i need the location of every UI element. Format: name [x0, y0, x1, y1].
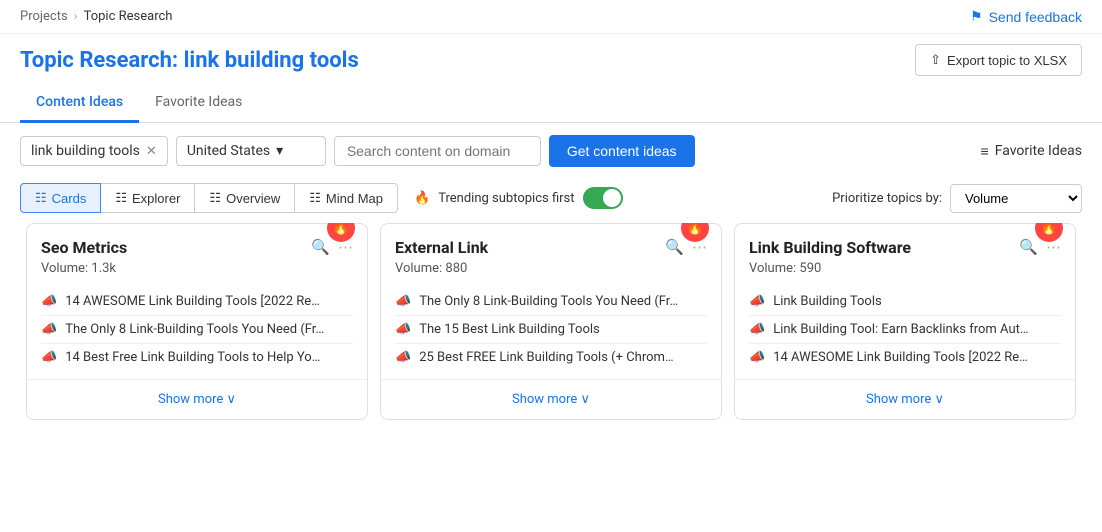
chevron-down-icon: ▾	[276, 143, 283, 159]
list-item: 📣 The 15 Best Link Building Tools	[395, 315, 707, 343]
item-text: Link Building Tool: Earn Backlinks from …	[773, 322, 1033, 337]
search-tag: link building tools ✕	[20, 136, 168, 166]
breadcrumb-sep: ›	[74, 9, 78, 24]
toolbar: link building tools ✕ United States ▾ Ge…	[0, 123, 1102, 179]
megaphone-icon: 📣	[41, 322, 57, 337]
view-cards-button[interactable]: ☷ Cards	[20, 183, 101, 213]
list-item: 📣 Link Building Tool: Earn Backlinks fro…	[749, 315, 1061, 343]
list-item: 📣 Link Building Tools	[749, 288, 1061, 315]
item-text: The 15 Best Link Building Tools	[419, 322, 600, 337]
list-item: 📣 14 AWESOME Link Building Tools [2022 R…	[41, 288, 353, 315]
country-label: United States	[187, 143, 270, 159]
card-seo-title-area: Seo Metrics Volume: 1.3k	[41, 238, 311, 276]
cards-icon: ☷	[35, 190, 47, 206]
breadcrumb: Projects › Topic Research	[20, 9, 172, 24]
megaphone-icon: 📣	[41, 294, 57, 309]
list-icon: ≡	[981, 143, 989, 160]
card-lbs-volume: Volume: 590	[749, 261, 1019, 276]
trending-toggle-switch[interactable]	[583, 187, 623, 209]
card-ext-title-area: External Link Volume: 880	[395, 238, 665, 276]
page-title: Topic Research: link building tools	[20, 48, 359, 73]
item-text: 25 Best FREE Link Building Tools (+ Chro…	[419, 350, 679, 365]
list-item: 📣 14 AWESOME Link Building Tools [2022 R…	[749, 343, 1061, 371]
prioritize-select[interactable]: Volume Difficulty Topic Efficiency	[950, 184, 1082, 213]
toggle-knob	[603, 189, 621, 207]
card-ext-items: 📣 The Only 8 Link-Building Tools You Nee…	[381, 284, 721, 375]
country-select[interactable]: United States ▾	[176, 136, 326, 166]
show-more-lbs[interactable]: Show more ∨	[735, 379, 1075, 419]
domain-search-input[interactable]	[334, 136, 541, 166]
search-tag-text: link building tools	[31, 143, 140, 159]
card-ext-volume: Volume: 880	[395, 261, 665, 276]
card-lbs-header: Link Building Software Volume: 590 🔍 ⋯	[735, 224, 1075, 284]
breadcrumb-current: Topic Research	[84, 9, 173, 24]
send-feedback-button[interactable]: ⚑ Send feedback	[970, 8, 1082, 25]
get-ideas-button[interactable]: Get content ideas	[549, 135, 695, 167]
favorite-ideas-link[interactable]: ≡ Favorite Ideas	[981, 143, 1082, 160]
mindmap-icon: ☷	[309, 190, 321, 206]
item-text: The Only 8 Link-Building Tools You Need …	[65, 322, 325, 337]
export-icon: ⇧	[930, 52, 941, 68]
prioritize-area: Prioritize topics by: Volume Difficulty …	[832, 184, 1082, 213]
trending-label: Trending subtopics first	[438, 191, 574, 206]
card-seo-search-btn[interactable]: 🔍	[311, 238, 330, 256]
show-more-seo[interactable]: Show more ∨	[27, 379, 367, 419]
view-buttons: ☷ Cards ☷ Explorer ☷ Overview ☷ Mind Map	[20, 183, 398, 213]
top-bar: Projects › Topic Research ⚑ Send feedbac…	[0, 0, 1102, 34]
view-explorer-button[interactable]: ☷ Explorer	[101, 183, 195, 213]
prioritize-label: Prioritize topics by:	[832, 191, 942, 206]
card-ext-title: External Link	[395, 238, 665, 257]
view-toolbar: ☷ Cards ☷ Explorer ☷ Overview ☷ Mind Map…	[0, 179, 1102, 223]
card-seo-header: Seo Metrics Volume: 1.3k 🔍 ⋯	[27, 224, 367, 284]
card-lbs-search-btn[interactable]: 🔍	[1019, 238, 1038, 256]
card-seo-title: Seo Metrics	[41, 238, 311, 257]
item-text: Link Building Tools	[773, 294, 882, 309]
trending-toggle-area: 🔥 Trending subtopics first	[414, 187, 623, 209]
feedback-icon: ⚑	[970, 8, 983, 25]
card-external-link: 🔥 External Link Volume: 880 🔍 ⋯ 📣 The On…	[380, 223, 722, 420]
view-overview-button[interactable]: ☷ Overview	[195, 183, 295, 213]
item-text: 14 Best Free Link Building Tools to Help…	[65, 350, 325, 365]
view-mindmap-button[interactable]: ☷ Mind Map	[295, 183, 398, 213]
card-lbs-title-area: Link Building Software Volume: 590	[749, 238, 1019, 276]
card-lbs-title: Link Building Software	[749, 238, 1019, 257]
fire-icon: 🔥	[414, 191, 430, 206]
explorer-icon: ☷	[115, 190, 127, 206]
megaphone-icon: 📣	[395, 322, 411, 337]
card-ext-search-btn[interactable]: 🔍	[665, 238, 684, 256]
tab-favorite-ideas[interactable]: Favorite Ideas	[139, 84, 258, 123]
card-seo-volume: Volume: 1.3k	[41, 261, 311, 276]
card-lbs-items: 📣 Link Building Tools 📣 Link Building To…	[735, 284, 1075, 375]
tabs-bar: Content Ideas Favorite Ideas	[0, 84, 1102, 123]
card-link-building-software: 🔥 Link Building Software Volume: 590 🔍 ⋯…	[734, 223, 1076, 420]
item-text: 14 AWESOME Link Building Tools [2022 Rev…	[65, 294, 325, 309]
card-ext-header: External Link Volume: 880 🔍 ⋯	[381, 224, 721, 284]
megaphone-icon: 📣	[749, 322, 765, 337]
megaphone-icon: 📣	[749, 350, 765, 365]
megaphone-icon: 📣	[41, 350, 57, 365]
show-more-ext[interactable]: Show more ∨	[381, 379, 721, 419]
item-text: 14 AWESOME Link Building Tools [2022 Rev…	[773, 350, 1033, 365]
list-item: 📣 The Only 8 Link-Building Tools You Nee…	[41, 315, 353, 343]
tab-content-ideas[interactable]: Content Ideas	[20, 84, 139, 123]
card-seo-items: 📣 14 AWESOME Link Building Tools [2022 R…	[27, 284, 367, 375]
cards-area: 🔥 Seo Metrics Volume: 1.3k 🔍 ⋯ 📣 14 AWES…	[0, 223, 1102, 420]
megaphone-icon: 📣	[395, 294, 411, 309]
list-item: 📣 25 Best FREE Link Building Tools (+ Ch…	[395, 343, 707, 371]
page-header: Topic Research: link building tools ⇧ Ex…	[0, 34, 1102, 84]
megaphone-icon: 📣	[395, 350, 411, 365]
list-item: 📣 14 Best Free Link Building Tools to He…	[41, 343, 353, 371]
megaphone-icon: 📣	[749, 294, 765, 309]
overview-icon: ☷	[209, 190, 221, 206]
item-text: The Only 8 Link-Building Tools You Need …	[419, 294, 679, 309]
card-seo-metrics: 🔥 Seo Metrics Volume: 1.3k 🔍 ⋯ 📣 14 AWES…	[26, 223, 368, 420]
export-button[interactable]: ⇧ Export topic to XLSX	[915, 44, 1082, 76]
list-item: 📣 The Only 8 Link-Building Tools You Nee…	[395, 288, 707, 315]
breadcrumb-projects[interactable]: Projects	[20, 9, 68, 24]
search-tag-clear[interactable]: ✕	[146, 144, 157, 159]
